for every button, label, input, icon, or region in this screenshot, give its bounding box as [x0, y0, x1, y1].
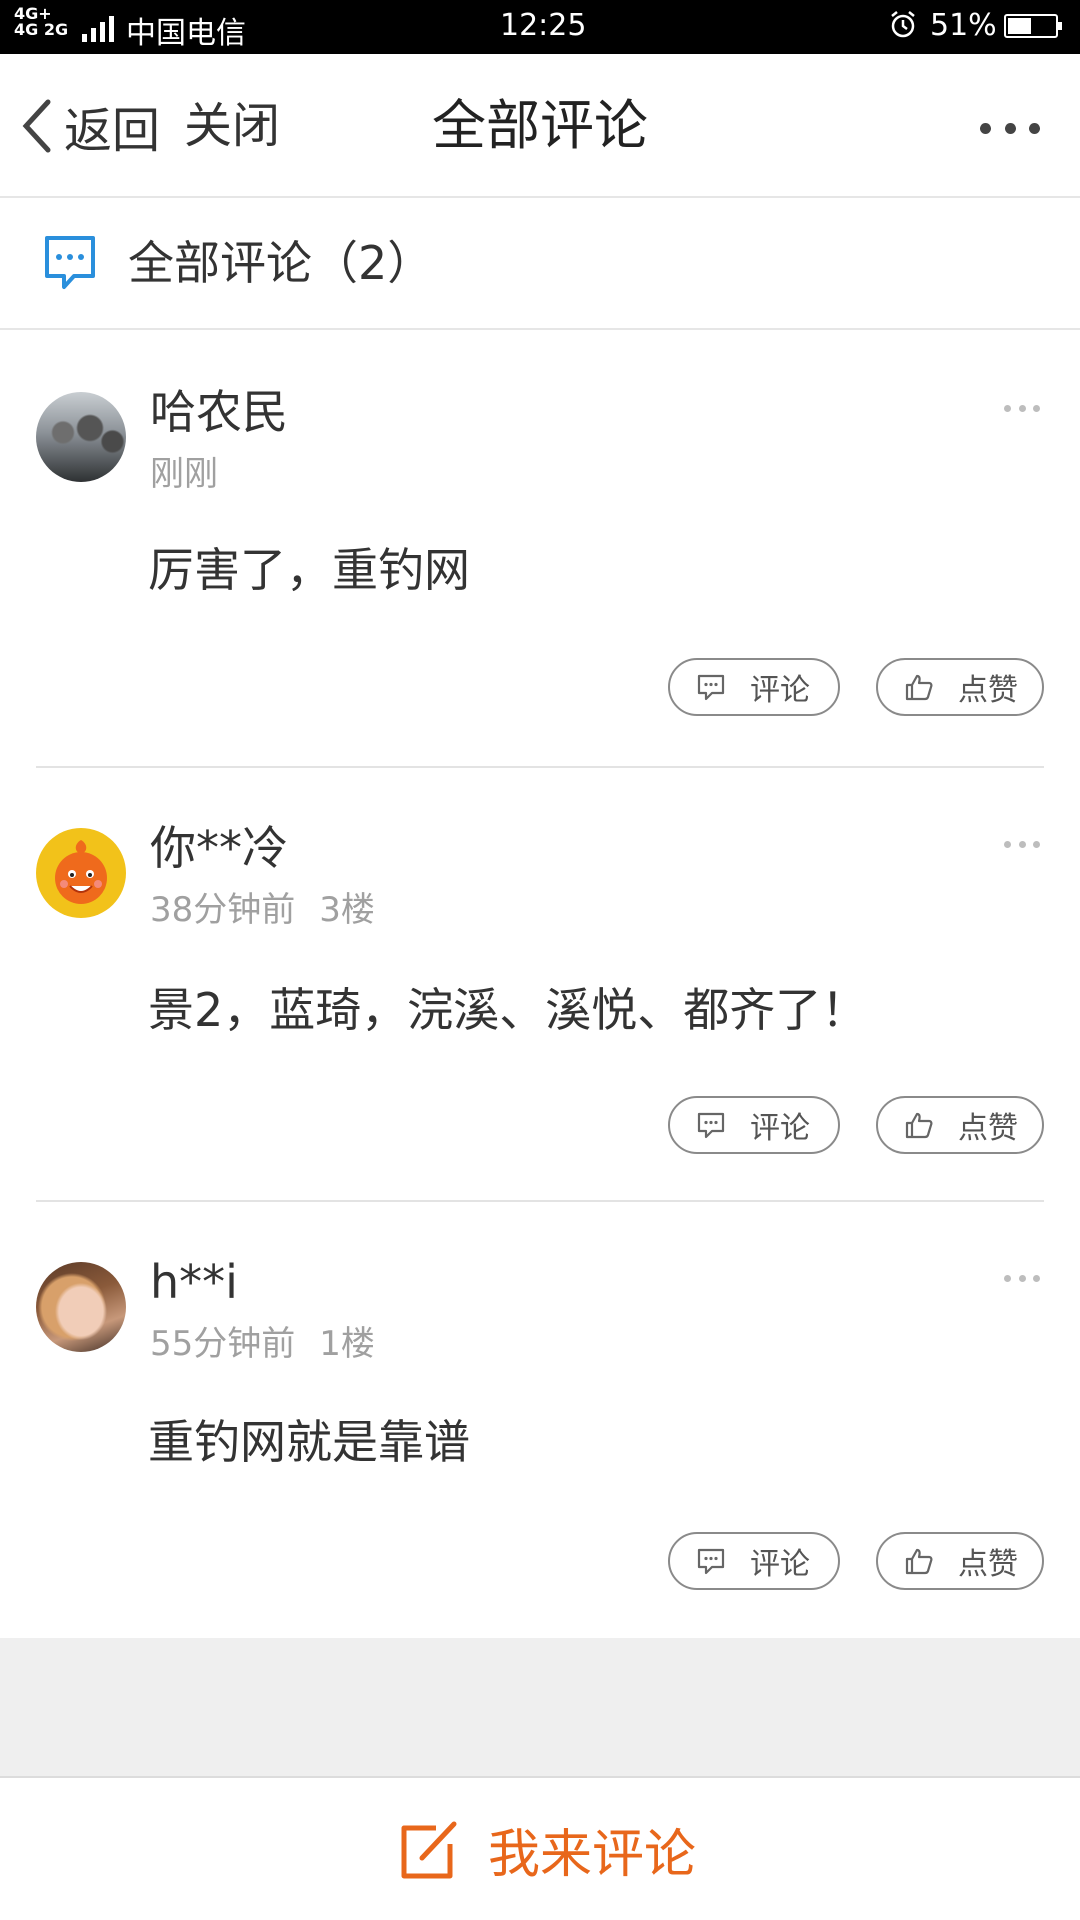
section-header: 全部评论（2）: [0, 198, 1080, 330]
reply-button[interactable]: 评论: [668, 658, 840, 716]
chevron-left-icon: [22, 99, 51, 153]
back-label: 返回: [64, 103, 161, 159]
comment-bubble-icon: [45, 236, 95, 289]
status-bar: 4G+ 4G 2G 中国电信 12:25 51%: [0, 0, 1080, 54]
comment-floor: 1楼: [319, 1324, 375, 1364]
comment-icon: [697, 674, 725, 701]
section-title: 全部评论（2）: [128, 236, 434, 290]
like-button[interactable]: 点赞: [876, 1096, 1044, 1154]
signal-icon: [82, 14, 118, 42]
comment-text: 重钓网就是靠谱: [148, 1415, 470, 1469]
close-button[interactable]: 关闭: [184, 94, 280, 158]
back-button[interactable]: 返回: [18, 94, 168, 159]
more-options-icon[interactable]: [1004, 402, 1040, 414]
bottom-bar: 我来评论: [0, 1776, 1080, 1920]
more-menu-icon[interactable]: [980, 108, 1040, 148]
comment-time: 刚刚: [150, 454, 218, 494]
comment-list: 哈农民 刚刚 厉害了，重钓网 评论 点赞 你**冷 38分钟前 3楼 景2，蓝琦，…: [0, 330, 1080, 1638]
comment-time: 55分钟前: [150, 1324, 296, 1364]
more-options-icon[interactable]: [1004, 838, 1040, 850]
avatar[interactable]: [36, 828, 126, 918]
comment-icon: [697, 1548, 725, 1575]
battery-percent: 51%: [930, 8, 997, 43]
comment-actions: 评论 点赞: [668, 1096, 1044, 1154]
reply-button[interactable]: 评论: [668, 1096, 840, 1154]
edit-icon: [401, 1821, 457, 1879]
comment-floor: 3楼: [319, 890, 375, 930]
like-label: 点赞: [958, 1547, 1018, 1582]
alarm-icon: [888, 10, 918, 48]
comment-username[interactable]: 你**冷: [150, 820, 288, 876]
comment-actions: 评论 点赞: [668, 1532, 1044, 1590]
comment-actions: 评论 点赞: [668, 658, 1044, 716]
thumbs-up-icon: [905, 1112, 933, 1139]
reply-label: 评论: [750, 673, 810, 708]
more-options-icon[interactable]: [1004, 1272, 1040, 1284]
comment-icon: [697, 1112, 725, 1139]
comment-text: 景2，蓝琦，浣溪、溪悦、都齐了！: [148, 983, 868, 1037]
list-item: 你**冷 38分钟前 3楼 景2，蓝琦，浣溪、溪悦、都齐了！ 评论 点赞: [0, 766, 1080, 1202]
thumbs-up-icon: [905, 674, 933, 701]
comment-text: 厉害了，重钓网: [148, 543, 470, 597]
list-item: h**i 55分钟前 1楼 重钓网就是靠谱 评论 点赞: [0, 1200, 1080, 1638]
like-label: 点赞: [958, 673, 1018, 708]
comment-meta: 刚刚: [150, 452, 218, 496]
list-item: 哈农民 刚刚 厉害了，重钓网 评论 点赞: [0, 330, 1080, 768]
thumbs-up-icon: [905, 1548, 933, 1575]
comment-username[interactable]: 哈农民: [150, 384, 288, 440]
avatar[interactable]: [36, 1262, 126, 1352]
like-button[interactable]: 点赞: [876, 1532, 1044, 1590]
write-comment-label: 我来评论: [488, 1824, 697, 1885]
comment-username[interactable]: h**i: [150, 1254, 238, 1310]
comment-meta: 55分钟前 1楼: [150, 1322, 375, 1366]
comment-meta: 38分钟前 3楼: [150, 888, 375, 932]
write-comment-button[interactable]: 我来评论: [400, 1814, 697, 1885]
nav-bar: 返回 关闭 全部评论: [0, 54, 1080, 198]
reply-button[interactable]: 评论: [668, 1532, 840, 1590]
avatar[interactable]: [36, 392, 126, 482]
clock: 12:25: [500, 8, 587, 43]
reply-label: 评论: [750, 1111, 810, 1146]
like-label: 点赞: [958, 1111, 1018, 1146]
carrier-name: 中国电信: [126, 16, 246, 51]
comment-time: 38分钟前: [150, 890, 296, 930]
like-button[interactable]: 点赞: [876, 658, 1044, 716]
reply-label: 评论: [750, 1547, 810, 1582]
battery-icon: [1004, 14, 1062, 38]
network-type-icon: 4G+ 4G 2G: [14, 4, 69, 39]
